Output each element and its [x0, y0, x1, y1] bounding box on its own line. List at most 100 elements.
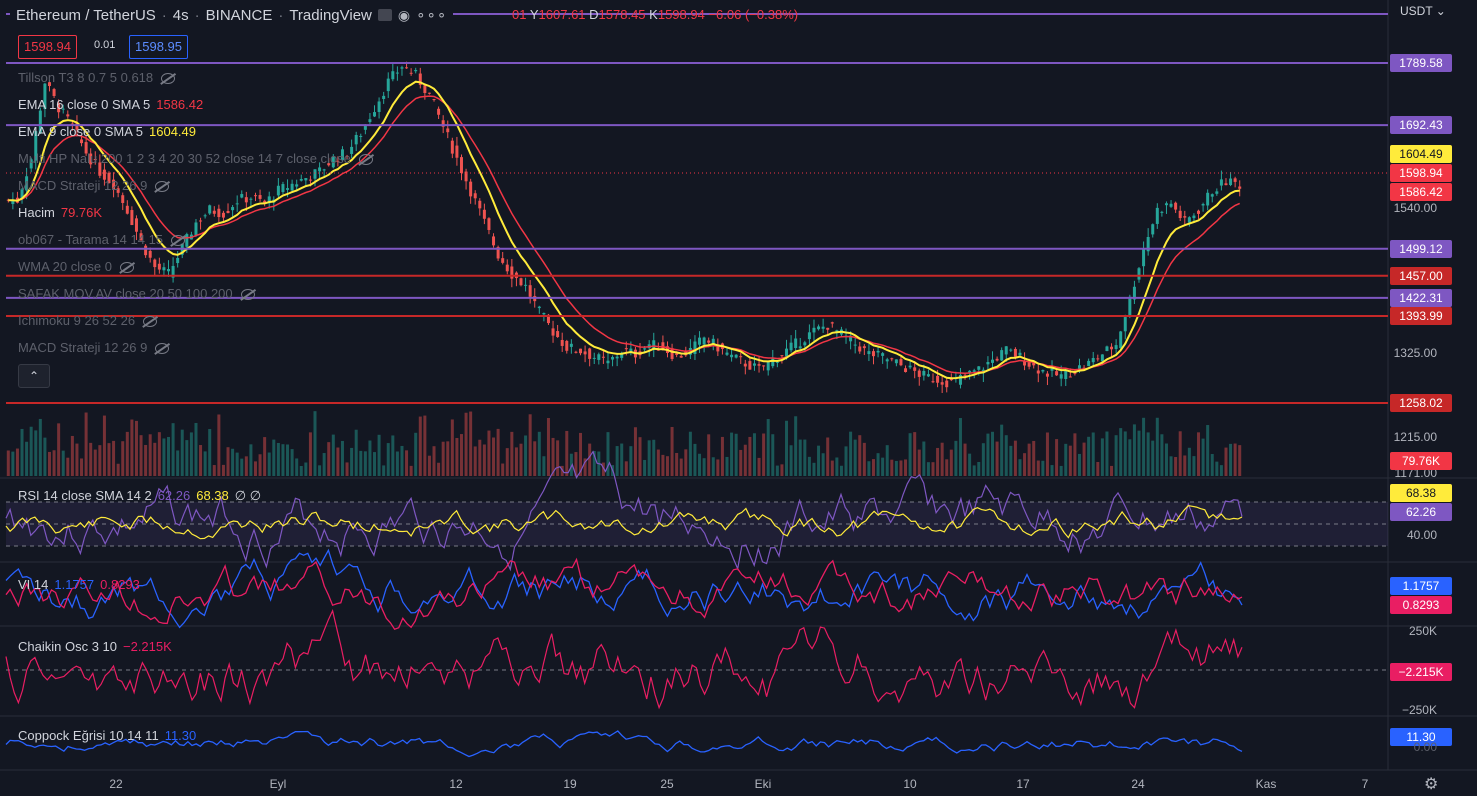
candle-body — [240, 194, 244, 198]
candle-body — [221, 212, 225, 218]
eye-off-icon[interactable] — [239, 288, 257, 300]
volume-bar — [638, 437, 642, 476]
chart-canvas[interactable] — [0, 0, 1477, 796]
coppock-legend[interactable]: Coppock Eğrisi 10 14 11 11.30 — [18, 728, 196, 743]
volume-bar — [1160, 434, 1164, 476]
eye-off-icon[interactable] — [169, 234, 187, 246]
candle-body — [615, 356, 619, 359]
volume-bar — [1091, 432, 1095, 476]
candle-body — [368, 119, 372, 123]
rsi-legend[interactable]: RSI 14 close SMA 14 2 62.26 68.38 ∅ ∅ — [18, 488, 261, 504]
eye-off-icon[interactable] — [153, 180, 171, 192]
candle-body — [162, 267, 166, 271]
chaikin-value: −2.215K — [123, 639, 172, 654]
volume-bar — [633, 427, 637, 476]
indicator-row[interactable]: Tillson T3 8 0.7 5 0.618 — [18, 70, 177, 85]
eye-off-icon[interactable] — [159, 72, 177, 84]
candle-body — [798, 346, 802, 349]
volume-bar — [1119, 428, 1123, 476]
volume-bar — [391, 435, 395, 476]
volume-bar — [1041, 460, 1045, 476]
volume-bar — [29, 426, 33, 476]
buy-price-button[interactable]: 1598.95 — [129, 35, 188, 59]
candle-body — [1013, 348, 1017, 357]
volume-bar — [327, 442, 331, 476]
eye-off-icon[interactable] — [153, 342, 171, 354]
symbol-name[interactable]: Ethereum / TetherUS — [16, 7, 156, 24]
vi-legend[interactable]: VI 14 1.1757 0.8293 — [18, 577, 140, 592]
indicator-row[interactable]: Hacim 79.76K — [18, 205, 102, 220]
indicator-row[interactable]: ob067 - Tarama 14 14 15 — [18, 232, 187, 247]
volume-bar — [313, 411, 317, 476]
candle-body — [1027, 362, 1031, 367]
sell-price-button[interactable]: 1598.94 — [18, 35, 77, 59]
indicator-row[interactable]: Multi HP Nalu 200 1 2 3 4 20 30 52 close… — [18, 151, 375, 166]
volume-bar — [414, 432, 418, 476]
volume-bar — [702, 458, 706, 476]
volume-bar — [881, 457, 885, 476]
candle-body — [286, 188, 290, 190]
volume-bar — [295, 458, 299, 476]
volume-bar — [212, 465, 216, 476]
volume-bar — [798, 439, 802, 476]
indicator-row[interactable]: MACD Strateji 12 26 9 — [18, 178, 171, 193]
eye-off-icon[interactable] — [118, 261, 136, 273]
indicator-row[interactable]: WMA 20 close 0 — [18, 259, 136, 274]
volume-bar — [1064, 443, 1068, 476]
candle-body — [414, 70, 418, 72]
collapse-legend-button[interactable]: ⌃ — [18, 364, 50, 388]
candle-body — [734, 354, 738, 358]
indicator-row[interactable]: EMA 9 close 0 SMA 5 1604.49 — [18, 124, 196, 139]
candle-body — [606, 360, 610, 364]
volume-bar — [684, 449, 688, 476]
volume-bar — [1055, 439, 1059, 476]
volume-bar — [720, 436, 724, 476]
volume-bar — [1013, 440, 1017, 476]
volume-bar — [913, 432, 917, 476]
volume-bar — [299, 465, 303, 476]
candle-body — [377, 101, 381, 112]
candle-body — [821, 326, 825, 329]
market-status-icon — [377, 9, 392, 21]
candle-body — [936, 375, 940, 383]
ema9-price-tag: 1604.49 — [1390, 145, 1452, 163]
volume-bar — [473, 446, 477, 476]
candle-body — [459, 157, 463, 174]
volume-bar — [725, 456, 729, 476]
candle-body — [537, 306, 541, 309]
indicator-row[interactable]: EMA 16 close 0 SMA 5 1586.42 — [18, 97, 203, 112]
candle-body — [931, 381, 935, 383]
volume-bar — [510, 431, 514, 476]
eye-off-icon[interactable] — [141, 315, 159, 327]
eye-off-icon[interactable] — [357, 153, 375, 165]
volume-bar — [505, 448, 509, 476]
indicator-value: 79.76K — [60, 205, 103, 220]
currency-selector[interactable]: USDT ⌄ — [1400, 4, 1446, 18]
volume-bar — [322, 453, 326, 476]
more-icon[interactable]: ∘∘∘ — [416, 6, 447, 24]
candle-body — [473, 193, 477, 199]
volume-bar — [1142, 417, 1146, 476]
volume-bar — [1169, 456, 1173, 476]
volume-bar — [432, 446, 436, 476]
volume-bar — [418, 416, 422, 476]
settings-gear-icon[interactable]: ⚙ — [1424, 774, 1438, 794]
indicator-row[interactable]: Ichimoku 9 26 52 26 — [18, 313, 159, 328]
indicator-row[interactable]: MACD Strateji 12 26 9 — [18, 340, 171, 355]
candle-body — [1201, 204, 1205, 206]
candle-body — [624, 348, 628, 350]
candle-body — [579, 348, 583, 354]
symbol-header[interactable]: Ethereum / TetherUS · 4s · BINANCE · Tra… — [10, 3, 454, 27]
volume-bar — [267, 452, 271, 476]
eye-icon[interactable]: ◉ — [398, 7, 410, 24]
candle-body — [492, 236, 496, 246]
volume-bar — [377, 434, 381, 476]
volume-bar — [382, 465, 386, 476]
candle-body — [940, 382, 944, 385]
volume-bar — [34, 430, 38, 476]
candle-body — [391, 71, 395, 80]
indicator-row[interactable]: SAFAK MOV.AV close 20 50 100 200 — [18, 286, 257, 301]
time-axis-label: 22 — [109, 777, 123, 791]
interval-label[interactable]: 4s — [173, 7, 189, 24]
chaikin-legend[interactable]: Chaikin Osc 3 10 −2.215K — [18, 639, 172, 654]
